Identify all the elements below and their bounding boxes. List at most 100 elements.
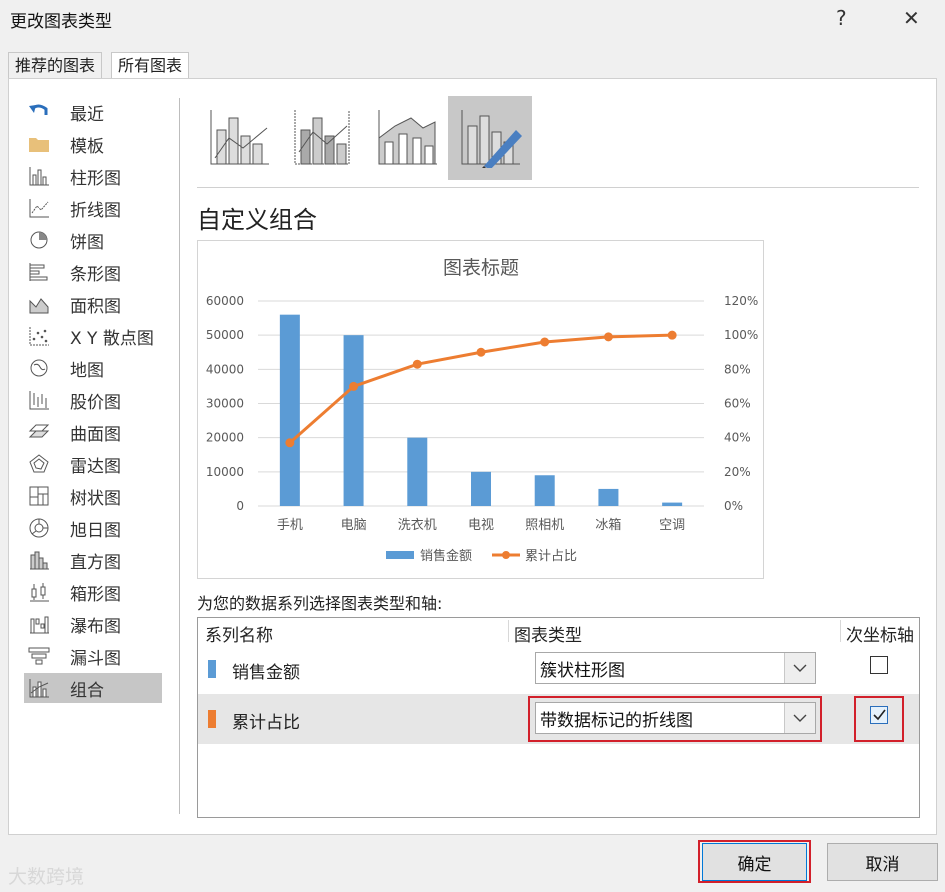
- combo-chart: 图表标题 0 10000 20000 30000 40000 50000 60000 0% 20%…: [206, 257, 759, 564]
- dialog-title: 更改图表类型: [10, 12, 112, 32]
- series-prompt: 为您的数据系列选择图表类型和轴:: [197, 594, 443, 613]
- chart-category-map-chart[interactable]: 地图: [24, 353, 162, 383]
- chart-category-label: 条形图: [70, 264, 121, 285]
- series-color-swatch: [208, 660, 216, 678]
- chart-category-scatter-chart[interactable]: X Y 散点图: [24, 321, 162, 351]
- secondary-axis-checkbox-checked[interactable]: [870, 706, 888, 724]
- y-tick-label: 20000: [206, 431, 244, 445]
- map-chart-icon: [28, 357, 50, 379]
- section-title: 自定义组合: [197, 206, 317, 234]
- legend-label: 累计占比: [525, 549, 577, 564]
- stacked-area-column-thumb[interactable]: [365, 96, 449, 180]
- chart-title: 图表标题: [443, 257, 519, 279]
- clustered-column-line-thumb[interactable]: [197, 96, 281, 180]
- help-button[interactable]: ?: [836, 6, 847, 30]
- line-point: [349, 381, 359, 391]
- line-point: [540, 337, 550, 347]
- clustered-column-line-secondary-thumb[interactable]: [281, 96, 365, 180]
- waterfall-chart-icon: [28, 613, 50, 635]
- chart-category-funnel-chart[interactable]: 漏斗图: [24, 641, 162, 671]
- chart-category-label: X Y 散点图: [70, 328, 154, 349]
- header-chart-type: 图表类型: [514, 626, 582, 646]
- column-divider: [508, 620, 509, 642]
- chart-category-combo-chart[interactable]: 组合: [24, 673, 162, 703]
- tab-recommended-charts[interactable]: 推荐的图表: [8, 52, 103, 79]
- x-tick-label: 电视: [468, 518, 494, 533]
- combo-chart-icon: [28, 677, 50, 699]
- x-tick-label: 电脑: [341, 518, 367, 533]
- series-name: 累计占比: [232, 713, 300, 733]
- chevron-down-icon[interactable]: [784, 703, 815, 733]
- undo-icon: [28, 101, 50, 123]
- y2-tick-label: 100%: [724, 328, 758, 342]
- secondary-axis-checkbox[interactable]: [870, 656, 888, 674]
- cancel-button[interactable]: 取消: [827, 843, 938, 881]
- close-button[interactable]: ✕: [903, 6, 920, 30]
- chart-category-box-whisker-chart[interactable]: 箱形图: [24, 577, 162, 607]
- legend-swatch-bar: [386, 551, 414, 559]
- chart-category-radar-chart[interactable]: 雷达图: [24, 449, 162, 479]
- chart-category-stock-chart[interactable]: 股价图: [24, 385, 162, 415]
- y-tick-label: 30000: [206, 397, 244, 411]
- chart-category-label: 树状图: [70, 488, 121, 509]
- chart-category-area-chart[interactable]: 面积图: [24, 289, 162, 319]
- x-tick-label: 空调: [659, 518, 685, 533]
- scatter-chart-icon: [28, 325, 50, 347]
- bar: [407, 437, 428, 506]
- chart-type-dropdown[interactable]: 簇状柱形图: [535, 652, 816, 684]
- header-series-name: 系列名称: [205, 626, 273, 646]
- funnel-chart-icon: [28, 645, 50, 667]
- bar: [662, 502, 683, 506]
- line-point: [285, 438, 295, 448]
- chart-category-surface-chart[interactable]: 曲面图: [24, 417, 162, 447]
- tab-all-charts[interactable]: 所有图表: [111, 52, 190, 79]
- chart-category-line-chart[interactable]: 折线图: [24, 193, 162, 223]
- radar-chart-icon: [28, 453, 50, 475]
- bar: [279, 314, 300, 506]
- chart-category-column-chart[interactable]: 柱形图: [24, 161, 162, 191]
- checkmark-icon: [873, 709, 886, 721]
- chart-preview: 图表标题 0 10000 20000 30000 40000 50000 60000 0% 20%…: [197, 240, 764, 579]
- chart-category-waterfall-chart[interactable]: 瀑布图: [24, 609, 162, 639]
- chart-type-dropdown[interactable]: 带数据标记的折线图: [535, 702, 816, 734]
- folder-icon: [28, 133, 50, 155]
- y-tick-label: 10000: [206, 465, 244, 479]
- series-color-swatch: [208, 710, 216, 728]
- chart-category-label: 漏斗图: [70, 648, 121, 669]
- y-tick-label: 0: [236, 499, 244, 513]
- header-secondary-axis: 次坐标轴: [846, 626, 914, 646]
- clustered-column-line-icon: [210, 110, 269, 165]
- x-tick-label: 洗衣机: [398, 517, 437, 533]
- sunburst-chart-icon: [28, 517, 50, 539]
- ok-button[interactable]: 确定: [702, 843, 807, 881]
- chart-category-label: 最近: [70, 104, 104, 125]
- column-chart-icon: [28, 165, 50, 187]
- series-name: 销售金额: [232, 663, 300, 683]
- y2-tick-label: 40%: [724, 431, 751, 445]
- bar: [598, 488, 619, 506]
- legend-label: 销售金额: [420, 548, 472, 564]
- chart-category-sunburst-chart[interactable]: 旭日图: [24, 513, 162, 543]
- chart-category-treemap-chart[interactable]: 树状图: [24, 481, 162, 511]
- chart-category-histogram-chart[interactable]: 直方图: [24, 545, 162, 575]
- line-chart-icon: [28, 197, 50, 219]
- y2-tick-label: 80%: [724, 362, 751, 376]
- pie-chart-icon: [28, 229, 50, 251]
- chart-category-folder[interactable]: 模板: [24, 129, 162, 159]
- line-point: [603, 332, 613, 342]
- chart-category-bar-chart[interactable]: 条形图: [24, 257, 162, 287]
- chevron-down-icon[interactable]: [784, 653, 815, 683]
- chart-category-label: 雷达图: [70, 456, 121, 477]
- y2-tick-label: 0%: [724, 499, 743, 513]
- x-tick-label: 冰箱: [595, 517, 621, 533]
- chart-category-undo[interactable]: 最近: [24, 97, 162, 127]
- bar-chart-icon: [28, 261, 50, 283]
- x-tick-label: 手机: [277, 518, 303, 533]
- custom-combo-thumb[interactable]: [448, 96, 532, 180]
- chart-category-label: 面积图: [70, 296, 121, 317]
- chart-category-pie-chart[interactable]: 饼图: [24, 225, 162, 255]
- vertical-divider: [179, 98, 180, 814]
- chart-category-label: 饼图: [70, 232, 104, 253]
- chart-category-label: 旭日图: [70, 520, 121, 541]
- clustered-column-line-secondary-icon: [294, 110, 350, 165]
